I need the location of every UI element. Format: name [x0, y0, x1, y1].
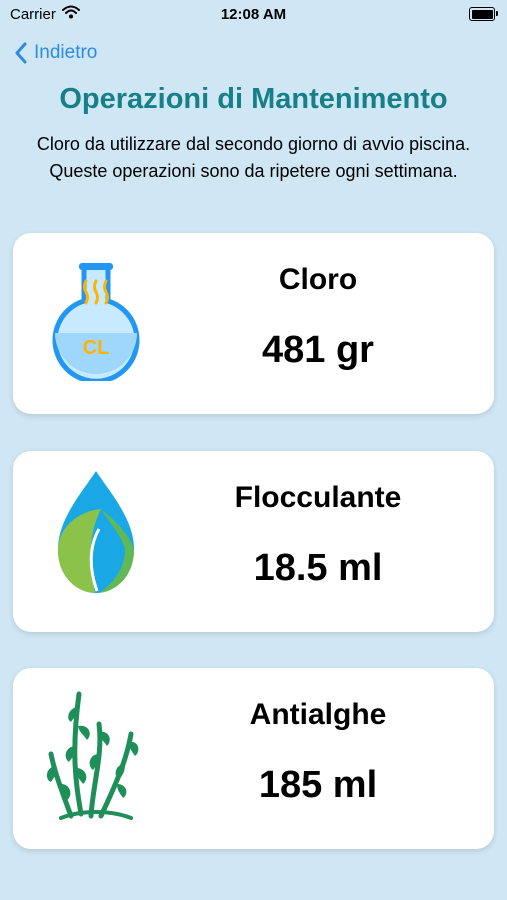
chlorine-flask-icon: CL: [41, 261, 151, 384]
page-title: Operazioni di Mantenimento: [59, 83, 448, 115]
card-value: 481 gr: [262, 329, 374, 371]
battery-icon: [469, 7, 498, 21]
card-cloro: CL Cloro 481 gr: [13, 233, 494, 414]
card-value: 185 ml: [258, 764, 378, 806]
card-antialghe: Antialghe 185 ml: [13, 668, 494, 849]
status-bar: Carrier 12:08 AM: [0, 0, 507, 30]
card-name: Cloro: [278, 263, 358, 296]
chevron-left-icon: [15, 42, 27, 64]
seaweed-icon: [41, 691, 151, 820]
card-name: Antialghe: [249, 698, 387, 731]
water-leaf-drop-icon: [41, 471, 151, 599]
page-subtitle: Cloro da utilizzare dal secondo giorno d…: [36, 134, 471, 181]
flask-label: CL: [83, 337, 110, 359]
card-flocculante: Flocculante 18.5 ml: [13, 451, 494, 632]
back-button[interactable]: Indietro: [14, 40, 97, 66]
card-value: 18.5 ml: [253, 547, 383, 589]
back-label: Indietro: [34, 42, 98, 63]
clock: 12:08 AM: [220, 6, 287, 23]
card-name: Flocculante: [234, 481, 402, 514]
